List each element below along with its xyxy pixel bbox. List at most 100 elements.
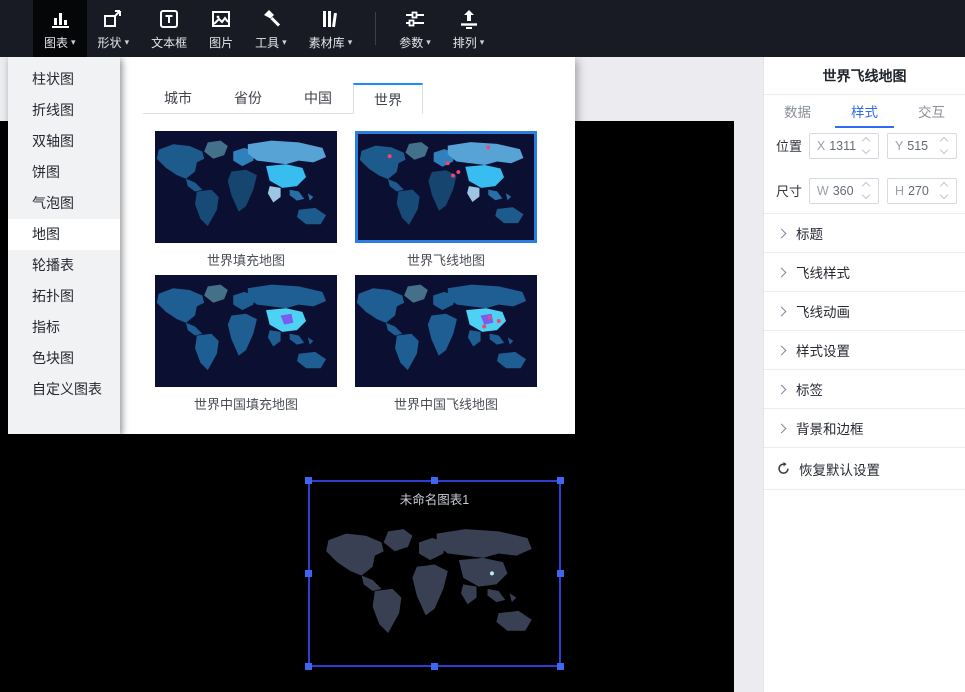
- section-flight-line-animation[interactable]: 飞线动画: [764, 292, 965, 331]
- app-window: 图表▾ 形状▾ 文本框 图片 工具▾: [0, 0, 965, 692]
- menu-item-pie-chart[interactable]: 饼图: [8, 157, 120, 188]
- thumbnail-label: 世界飞线地图: [355, 250, 537, 269]
- tab-province[interactable]: 省份: [213, 83, 283, 114]
- inspector-title: 世界飞线地图: [764, 57, 965, 95]
- align-top-icon: [457, 6, 481, 32]
- toolbar-item-label: 参数: [399, 34, 423, 51]
- stepper-arrows[interactable]: [863, 136, 875, 155]
- thumbnail-label: 世界中国飞线地图: [355, 394, 537, 413]
- bar-chart-icon: [48, 6, 72, 32]
- chevron-right-icon: [777, 384, 787, 394]
- toolbar-item-label: 文本框: [151, 34, 187, 51]
- stepper-arrows[interactable]: [941, 181, 953, 200]
- world-china-flight-map-preview: [355, 275, 537, 387]
- thumbnail-world-fill-map[interactable]: 世界填充地图: [155, 131, 337, 269]
- size-w-input[interactable]: W 360: [809, 178, 879, 204]
- tab-style[interactable]: 样式: [831, 95, 898, 123]
- world-fill-map-preview: [155, 131, 337, 243]
- tab-interaction[interactable]: 交互: [898, 95, 965, 123]
- chevron-right-icon: [777, 423, 787, 433]
- toolbar-item-label: 素材库: [309, 34, 345, 51]
- caret-down-icon: ▾: [125, 37, 130, 48]
- toolbar-item-textbox[interactable]: 文本框: [140, 0, 198, 57]
- canvas-workspace: 未命名图表1 柱状图 折线图 双轴图 饼图 气泡图 地图 轮播表 拓扑图 指标 …: [0, 57, 965, 692]
- tab-city[interactable]: 城市: [143, 83, 213, 114]
- thumbnail-world-china-flight-map[interactable]: 世界中国飞线地图: [355, 275, 537, 413]
- menu-item-bar-chart[interactable]: 柱状图: [8, 64, 120, 95]
- world-china-fill-map-preview: [155, 275, 337, 387]
- toolbar-item-image[interactable]: 图片: [198, 0, 244, 57]
- hammer-icon: [259, 6, 283, 32]
- chart-type-menu: 柱状图 折线图 双轴图 饼图 气泡图 地图 轮播表 拓扑图 指标 色块图 自定义…: [8, 57, 120, 434]
- chart-element-title: 未命名图表1: [310, 482, 559, 508]
- resize-handle-nw[interactable]: [305, 477, 312, 484]
- position-y-input[interactable]: Y 515: [887, 133, 957, 159]
- size-row: 尺寸 W 360 H 270: [764, 168, 965, 213]
- selected-chart-element[interactable]: 未命名图表1: [308, 480, 561, 667]
- menu-item-carousel-table[interactable]: 轮播表: [8, 250, 120, 281]
- caret-down-icon: ▾: [426, 37, 431, 48]
- caret-down-icon: ▾: [71, 37, 76, 48]
- position-x-input[interactable]: X 1311: [809, 133, 879, 159]
- menu-item-bubble-chart[interactable]: 气泡图: [8, 188, 120, 219]
- section-style-settings[interactable]: 样式设置: [764, 331, 965, 370]
- menu-item-custom-chart[interactable]: 自定义图表: [8, 374, 120, 405]
- toolbar-item-arrange[interactable]: 排列▾: [442, 0, 496, 57]
- menu-item-map[interactable]: 地图: [8, 219, 120, 250]
- stepper-arrows[interactable]: [863, 181, 875, 200]
- chart-element-world-map: [324, 514, 545, 657]
- section-labels[interactable]: 标签: [764, 370, 965, 409]
- toolbar-item-label: 工具: [255, 34, 279, 51]
- image-icon: [209, 6, 233, 32]
- size-label: 尺寸: [776, 181, 809, 200]
- inspector-tabs: 数据 样式 交互: [764, 95, 965, 123]
- textbox-icon: [157, 6, 181, 32]
- size-h-input[interactable]: H 270: [887, 178, 957, 204]
- tab-world[interactable]: 世界: [353, 83, 423, 114]
- thumbnail-world-flight-map[interactable]: 世界飞线地图: [355, 131, 537, 269]
- toolbar-item-shapes[interactable]: 形状▾: [87, 0, 141, 57]
- toolbar-item-parameters[interactable]: 参数▾: [388, 0, 442, 57]
- tab-china[interactable]: 中国: [283, 83, 353, 114]
- position-row: 位置 X 1311 Y 515: [764, 123, 965, 168]
- thumbnail-label: 世界中国填充地图: [155, 394, 337, 413]
- resize-handle-sw[interactable]: [305, 663, 312, 670]
- toolbar-divider: [375, 12, 376, 45]
- position-label: 位置: [776, 136, 809, 155]
- map-gallery-tabs: 城市 省份 中国 世界: [143, 83, 423, 114]
- section-title[interactable]: 标题: [764, 214, 965, 253]
- menu-item-line-chart[interactable]: 折线图: [8, 95, 120, 126]
- reset-default-settings-button[interactable]: 恢复默认设置: [764, 448, 965, 490]
- chevron-right-icon: [777, 306, 787, 316]
- shape-icon: [101, 6, 125, 32]
- toolbar: 图表▾ 形状▾ 文本框 图片 工具▾: [0, 0, 965, 57]
- reset-icon: [776, 461, 791, 476]
- thumbnail-world-china-fill-map[interactable]: 世界中国填充地图: [155, 275, 337, 413]
- section-flight-line-style[interactable]: 飞线样式: [764, 253, 965, 292]
- tab-data[interactable]: 数据: [764, 95, 831, 123]
- toolbar-item-library[interactable]: 素材库▾: [298, 0, 364, 57]
- resize-handle-w[interactable]: [305, 570, 312, 577]
- menu-item-color-block[interactable]: 色块图: [8, 343, 120, 374]
- section-background-border[interactable]: 背景和边框: [764, 409, 965, 448]
- inspector-panel: 世界飞线地图 数据 样式 交互 位置 X 1311 Y 515: [763, 57, 965, 692]
- menu-item-topology[interactable]: 拓扑图: [8, 281, 120, 312]
- menu-item-indicator[interactable]: 指标: [8, 312, 120, 343]
- toolbar-item-label: 图表: [44, 34, 68, 51]
- chevron-right-icon: [777, 267, 787, 277]
- resize-handle-s[interactable]: [431, 663, 438, 670]
- menu-item-dual-axis-chart[interactable]: 双轴图: [8, 126, 120, 157]
- toolbar-item-label: 形状: [98, 34, 122, 51]
- caret-down-icon: ▾: [480, 37, 485, 48]
- toolbar-item-charts[interactable]: 图表▾: [33, 0, 87, 57]
- resize-handle-se[interactable]: [557, 663, 564, 670]
- toolbar-item-tools[interactable]: 工具▾: [244, 0, 298, 57]
- toolbar-item-label: 排列: [453, 34, 477, 51]
- resize-handle-e[interactable]: [557, 570, 564, 577]
- resize-handle-n[interactable]: [431, 477, 438, 484]
- resize-handle-ne[interactable]: [557, 477, 564, 484]
- chevron-right-icon: [777, 345, 787, 355]
- stepper-arrows[interactable]: [941, 136, 953, 155]
- world-flight-map-preview: [355, 131, 537, 243]
- chevron-right-icon: [777, 228, 787, 238]
